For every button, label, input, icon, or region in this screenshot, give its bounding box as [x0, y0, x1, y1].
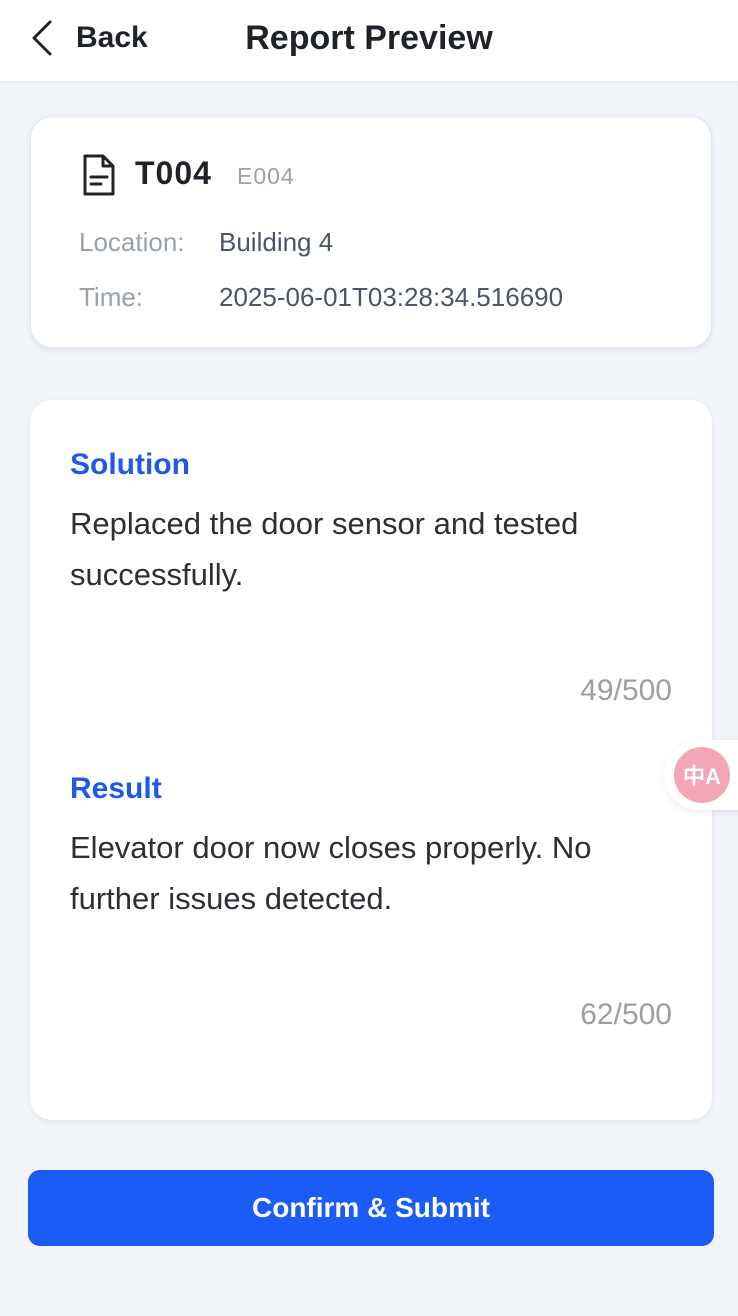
ticket-info-card: T004 E004 Location: Building 4 Time: 202… — [30, 116, 712, 348]
solution-title: Solution — [70, 448, 190, 481]
translate-icon: 中A — [674, 747, 730, 803]
result-text: Elevator door now closes properly. No fu… — [70, 830, 592, 916]
result-title: Result — [70, 772, 162, 805]
report-detail-card: Solution Replaced the door sensor and te… — [30, 400, 712, 1120]
top-bar: Back Report Preview — [0, 0, 738, 82]
result-char-counter: 62/500 — [580, 998, 672, 1031]
ticket-id: T004 — [135, 155, 212, 191]
equipment-id: E004 — [237, 163, 295, 189]
confirm-submit-button[interactable]: Confirm & Submit — [28, 1170, 714, 1246]
time-value: 2025-06-01T03:28:34.516690 — [219, 282, 564, 312]
location-value: Building 4 — [219, 227, 334, 257]
page-title: Report Preview — [245, 19, 493, 57]
translate-button[interactable]: 中A — [664, 740, 738, 810]
location-label: Location: — [79, 227, 185, 257]
solution-text: Replaced the door sensor and tested succ… — [70, 506, 579, 592]
time-label: Time: — [79, 282, 144, 312]
solution-char-counter: 49/500 — [580, 674, 672, 707]
document-icon — [83, 154, 115, 196]
